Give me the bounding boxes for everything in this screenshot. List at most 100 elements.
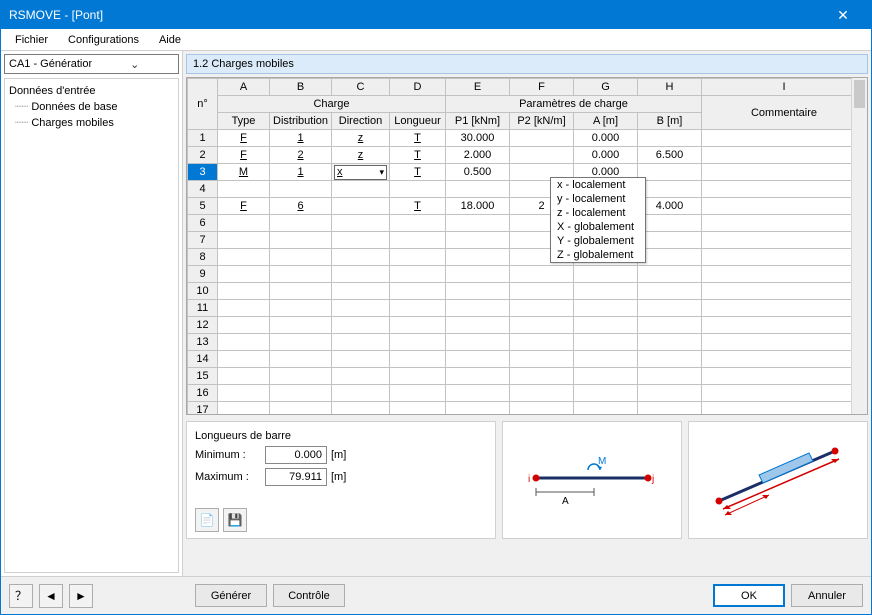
cell-dist[interactable]: 1 [270,164,332,181]
row-number[interactable]: 5 [188,198,218,215]
cell-len[interactable]: T [390,130,446,147]
cell-dist[interactable] [270,215,332,232]
cell-comment[interactable] [702,300,867,317]
col-F[interactable]: F [510,79,574,96]
cell-dist[interactable]: 1 [270,130,332,147]
control-button[interactable]: Contrôle [273,584,345,607]
cell-dist[interactable]: 6 [270,198,332,215]
cell-dist[interactable] [270,385,332,402]
cell-len[interactable]: T [390,164,446,181]
cell-p2[interactable] [510,402,574,416]
cell-dir[interactable] [332,215,390,232]
cell-a[interactable] [574,334,638,351]
vertical-scrollbar[interactable] [851,78,867,414]
cell-len[interactable] [390,402,446,416]
table-row[interactable]: 6 [188,215,867,232]
cell-dist[interactable] [270,266,332,283]
min-length-input[interactable] [265,446,327,464]
cell-dist[interactable] [270,300,332,317]
cell-len[interactable]: T [390,198,446,215]
cell-dir[interactable] [332,351,390,368]
cell-b[interactable] [638,130,702,147]
table-row[interactable]: 3M1x▾T0.5000.000 [188,164,867,181]
cell-b[interactable] [638,283,702,300]
table-row[interactable]: 10 [188,283,867,300]
cell-b[interactable] [638,317,702,334]
table-row[interactable]: 8 [188,249,867,266]
cell-p1[interactable] [446,249,510,266]
cell-p2[interactable] [510,351,574,368]
cell-b[interactable] [638,266,702,283]
max-length-input[interactable] [265,468,327,486]
cell-dir[interactable] [332,368,390,385]
table-row[interactable]: 2F2zT2.0000.0006.500 [188,147,867,164]
cell-dir[interactable] [332,249,390,266]
row-number[interactable]: 13 [188,334,218,351]
cell-dist[interactable] [270,317,332,334]
cell-b[interactable]: 6.500 [638,147,702,164]
cell-a[interactable] [574,351,638,368]
cell-b[interactable] [638,368,702,385]
row-number[interactable]: 1 [188,130,218,147]
chevron-down-icon[interactable]: ▾ [379,167,384,178]
row-number[interactable]: 16 [188,385,218,402]
cell-a[interactable] [574,283,638,300]
cell-a[interactable] [574,402,638,416]
cell-p1[interactable] [446,232,510,249]
cell-comment[interactable] [702,368,867,385]
cell-dist[interactable] [270,334,332,351]
table-row[interactable]: 11 [188,300,867,317]
cell-dir[interactable] [332,232,390,249]
cell-type[interactable] [218,300,270,317]
cell-dir[interactable] [332,317,390,334]
row-number[interactable]: 12 [188,317,218,334]
cell-dist[interactable] [270,232,332,249]
row-number[interactable]: 14 [188,351,218,368]
cell-dir[interactable] [332,198,390,215]
direction-dropdown[interactable]: x - localementy - localementz - localeme… [550,177,646,263]
row-number[interactable]: 9 [188,266,218,283]
cell-comment[interactable] [702,198,867,215]
cell-p1[interactable] [446,368,510,385]
row-number[interactable]: 4 [188,181,218,198]
cell-p1[interactable] [446,385,510,402]
prev-sheet-button[interactable]: ◄ [39,584,63,608]
close-icon[interactable]: ✕ [823,7,863,24]
cell-dir[interactable] [332,385,390,402]
cell-dir[interactable] [332,334,390,351]
table-row[interactable]: 14 [188,351,867,368]
cell-b[interactable]: 4.000 [638,198,702,215]
cell-len[interactable] [390,317,446,334]
menu-help[interactable]: Aide [149,32,191,48]
cell-a[interactable] [574,300,638,317]
dropdown-option[interactable]: X - globalement [551,220,645,234]
cell-len[interactable] [390,249,446,266]
case-selector[interactable]: CA1 - Génération des charges m ⌄ [4,54,179,74]
cell-p1[interactable] [446,181,510,198]
cell-dist[interactable] [270,368,332,385]
tree-root[interactable]: Données d'entrée [9,83,174,99]
cell-comment[interactable] [702,402,867,416]
cell-comment[interactable] [702,266,867,283]
cell-b[interactable] [638,402,702,416]
cell-len[interactable] [390,215,446,232]
cell-b[interactable] [638,385,702,402]
table-row[interactable]: 4 [188,181,867,198]
cell-dir[interactable]: z [332,147,390,164]
cell-dist[interactable]: 2 [270,147,332,164]
cell-len[interactable] [390,385,446,402]
cell-a[interactable] [574,368,638,385]
cell-type[interactable] [218,283,270,300]
cell-p1[interactable] [446,402,510,416]
cell-len[interactable] [390,300,446,317]
dropdown-option[interactable]: Z - globalement [551,248,645,262]
row-number[interactable]: 6 [188,215,218,232]
cancel-button[interactable]: Annuler [791,584,863,607]
col-B[interactable]: B [270,79,332,96]
cell-b[interactable] [638,181,702,198]
cell-comment[interactable] [702,164,867,181]
col-G[interactable]: G [574,79,638,96]
table-row[interactable]: 15 [188,368,867,385]
row-number[interactable]: 10 [188,283,218,300]
cell-p1[interactable] [446,351,510,368]
